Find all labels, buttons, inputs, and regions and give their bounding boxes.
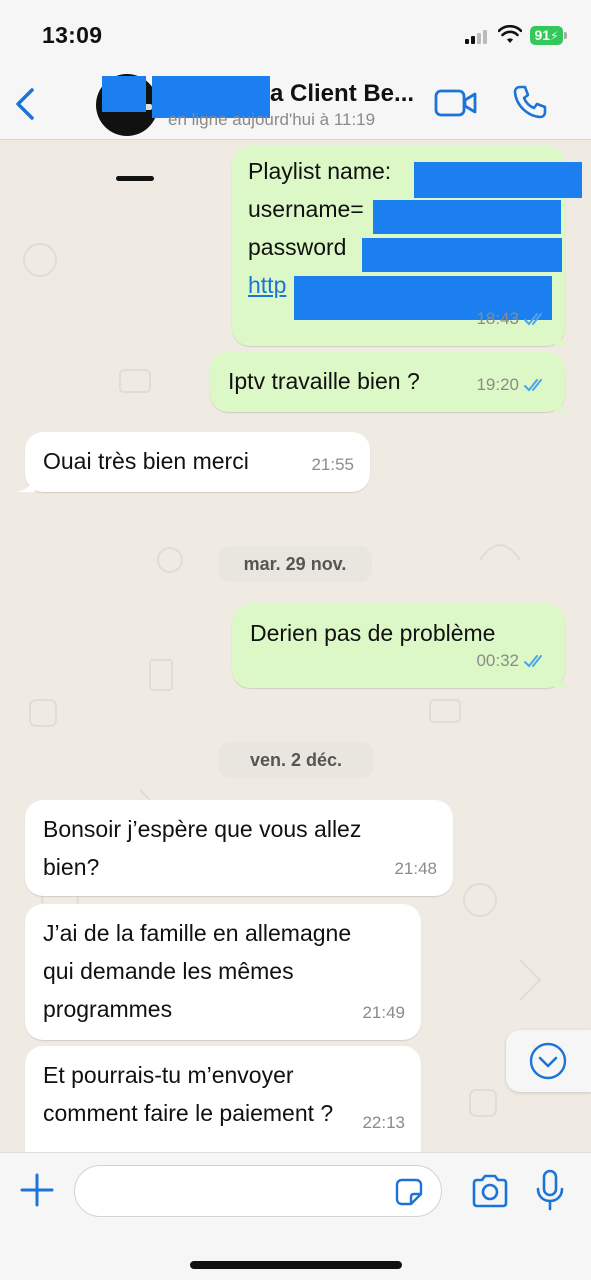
- camera-icon[interactable]: [470, 1173, 510, 1209]
- battery-tip: [564, 32, 567, 39]
- message-meta: 18:43: [476, 300, 549, 338]
- message-meta: 22:13: [362, 1104, 405, 1142]
- message-bubble-outgoing[interactable]: Playlist name: username= password http 1…: [232, 146, 582, 346]
- message-bubble-outgoing[interactable]: Derien pas de problème 00:32: [232, 604, 573, 688]
- bubble-tail: [17, 474, 35, 492]
- redaction-box: [102, 76, 146, 112]
- scroll-to-bottom-button[interactable]: [506, 1030, 591, 1092]
- redaction-box: [414, 162, 582, 198]
- message-bubble-incoming[interactable]: Ouai très bien merci 21:55: [17, 432, 370, 492]
- chevron-down-icon: [529, 1042, 567, 1080]
- chat-area[interactable]: Playlist name: username= password http 1…: [0, 140, 591, 1152]
- redaction-box: [362, 238, 562, 272]
- contact-name[interactable]: a Client Be...: [270, 80, 414, 108]
- date-separator: mar. 29 nov.: [218, 546, 372, 582]
- message-line: Et pourrais-tu m’envoyer: [43, 1062, 294, 1088]
- read-ticks-icon: [524, 379, 542, 392]
- message-time: 22:13: [362, 1113, 405, 1132]
- message-meta: 21:49: [362, 994, 405, 1032]
- contact-status: en ligne aujourd'hui à 11:19: [168, 110, 376, 129]
- wifi-icon: [498, 25, 522, 43]
- message-meta: 00:32: [476, 642, 549, 680]
- message-line: Bonsoir j’espère que vous allez: [43, 816, 362, 842]
- chevron-left-icon[interactable]: [8, 84, 42, 124]
- message-time: 18:43: [476, 309, 519, 328]
- sticker-icon[interactable]: [394, 1177, 424, 1207]
- input-bar: [0, 1152, 591, 1280]
- message-meta: 21:48: [394, 850, 437, 888]
- message-input[interactable]: [74, 1165, 442, 1217]
- message-time: 19:20: [476, 375, 519, 394]
- dash-mark: [116, 176, 154, 181]
- battery-level: 91: [534, 27, 551, 43]
- bubble-tail: [555, 394, 573, 412]
- signal-icon: [465, 30, 491, 44]
- chat-header: a Client Be... en ligne aujourd'hui à 11…: [0, 70, 591, 140]
- message-bubble-outgoing[interactable]: Iptv travaille bien ? 19:20: [210, 352, 573, 412]
- message-time: 21:55: [311, 455, 354, 474]
- message-text: Ouai très bien merci: [43, 448, 249, 474]
- home-indicator: [190, 1261, 402, 1269]
- bubble-tail: [555, 328, 573, 346]
- plus-icon[interactable]: [18, 1171, 56, 1209]
- message-line: J’ai de la famille en allemagne: [43, 920, 352, 946]
- message-meta: 19:20: [476, 366, 549, 404]
- message-time: 21:49: [362, 1003, 405, 1022]
- video-call-icon[interactable]: [434, 88, 478, 118]
- date-separator: ven. 2 déc.: [218, 742, 374, 778]
- message-line: qui demande les mêmes: [43, 958, 294, 984]
- status-bar: 13:09 91⚡: [0, 0, 591, 70]
- read-ticks-icon: [524, 655, 542, 668]
- status-time: 13:09: [42, 22, 103, 48]
- message-bubble-incoming[interactable]: Bonsoir j’espère que vous allez bien? 21…: [25, 800, 453, 896]
- message-line: comment faire le paiement ?: [43, 1100, 334, 1126]
- read-ticks-icon: [524, 313, 542, 326]
- message-line: bien?: [43, 854, 100, 880]
- microphone-icon[interactable]: [535, 1169, 565, 1211]
- bubble-tail: [555, 670, 573, 688]
- message-line: programmes: [43, 996, 173, 1022]
- message-bubble-incoming[interactable]: J’ai de la famille en allemagne qui dema…: [25, 904, 421, 1040]
- message-bubble-incoming[interactable]: Et pourrais-tu m’envoyer comment faire l…: [25, 1046, 421, 1152]
- redaction-box: [373, 200, 561, 234]
- message-meta: 21:55: [311, 446, 354, 484]
- battery-charging-icon: 91⚡: [530, 26, 563, 45]
- message-time: 21:48: [394, 859, 437, 878]
- phone-call-icon[interactable]: [512, 84, 548, 120]
- message-time: 00:32: [476, 651, 519, 670]
